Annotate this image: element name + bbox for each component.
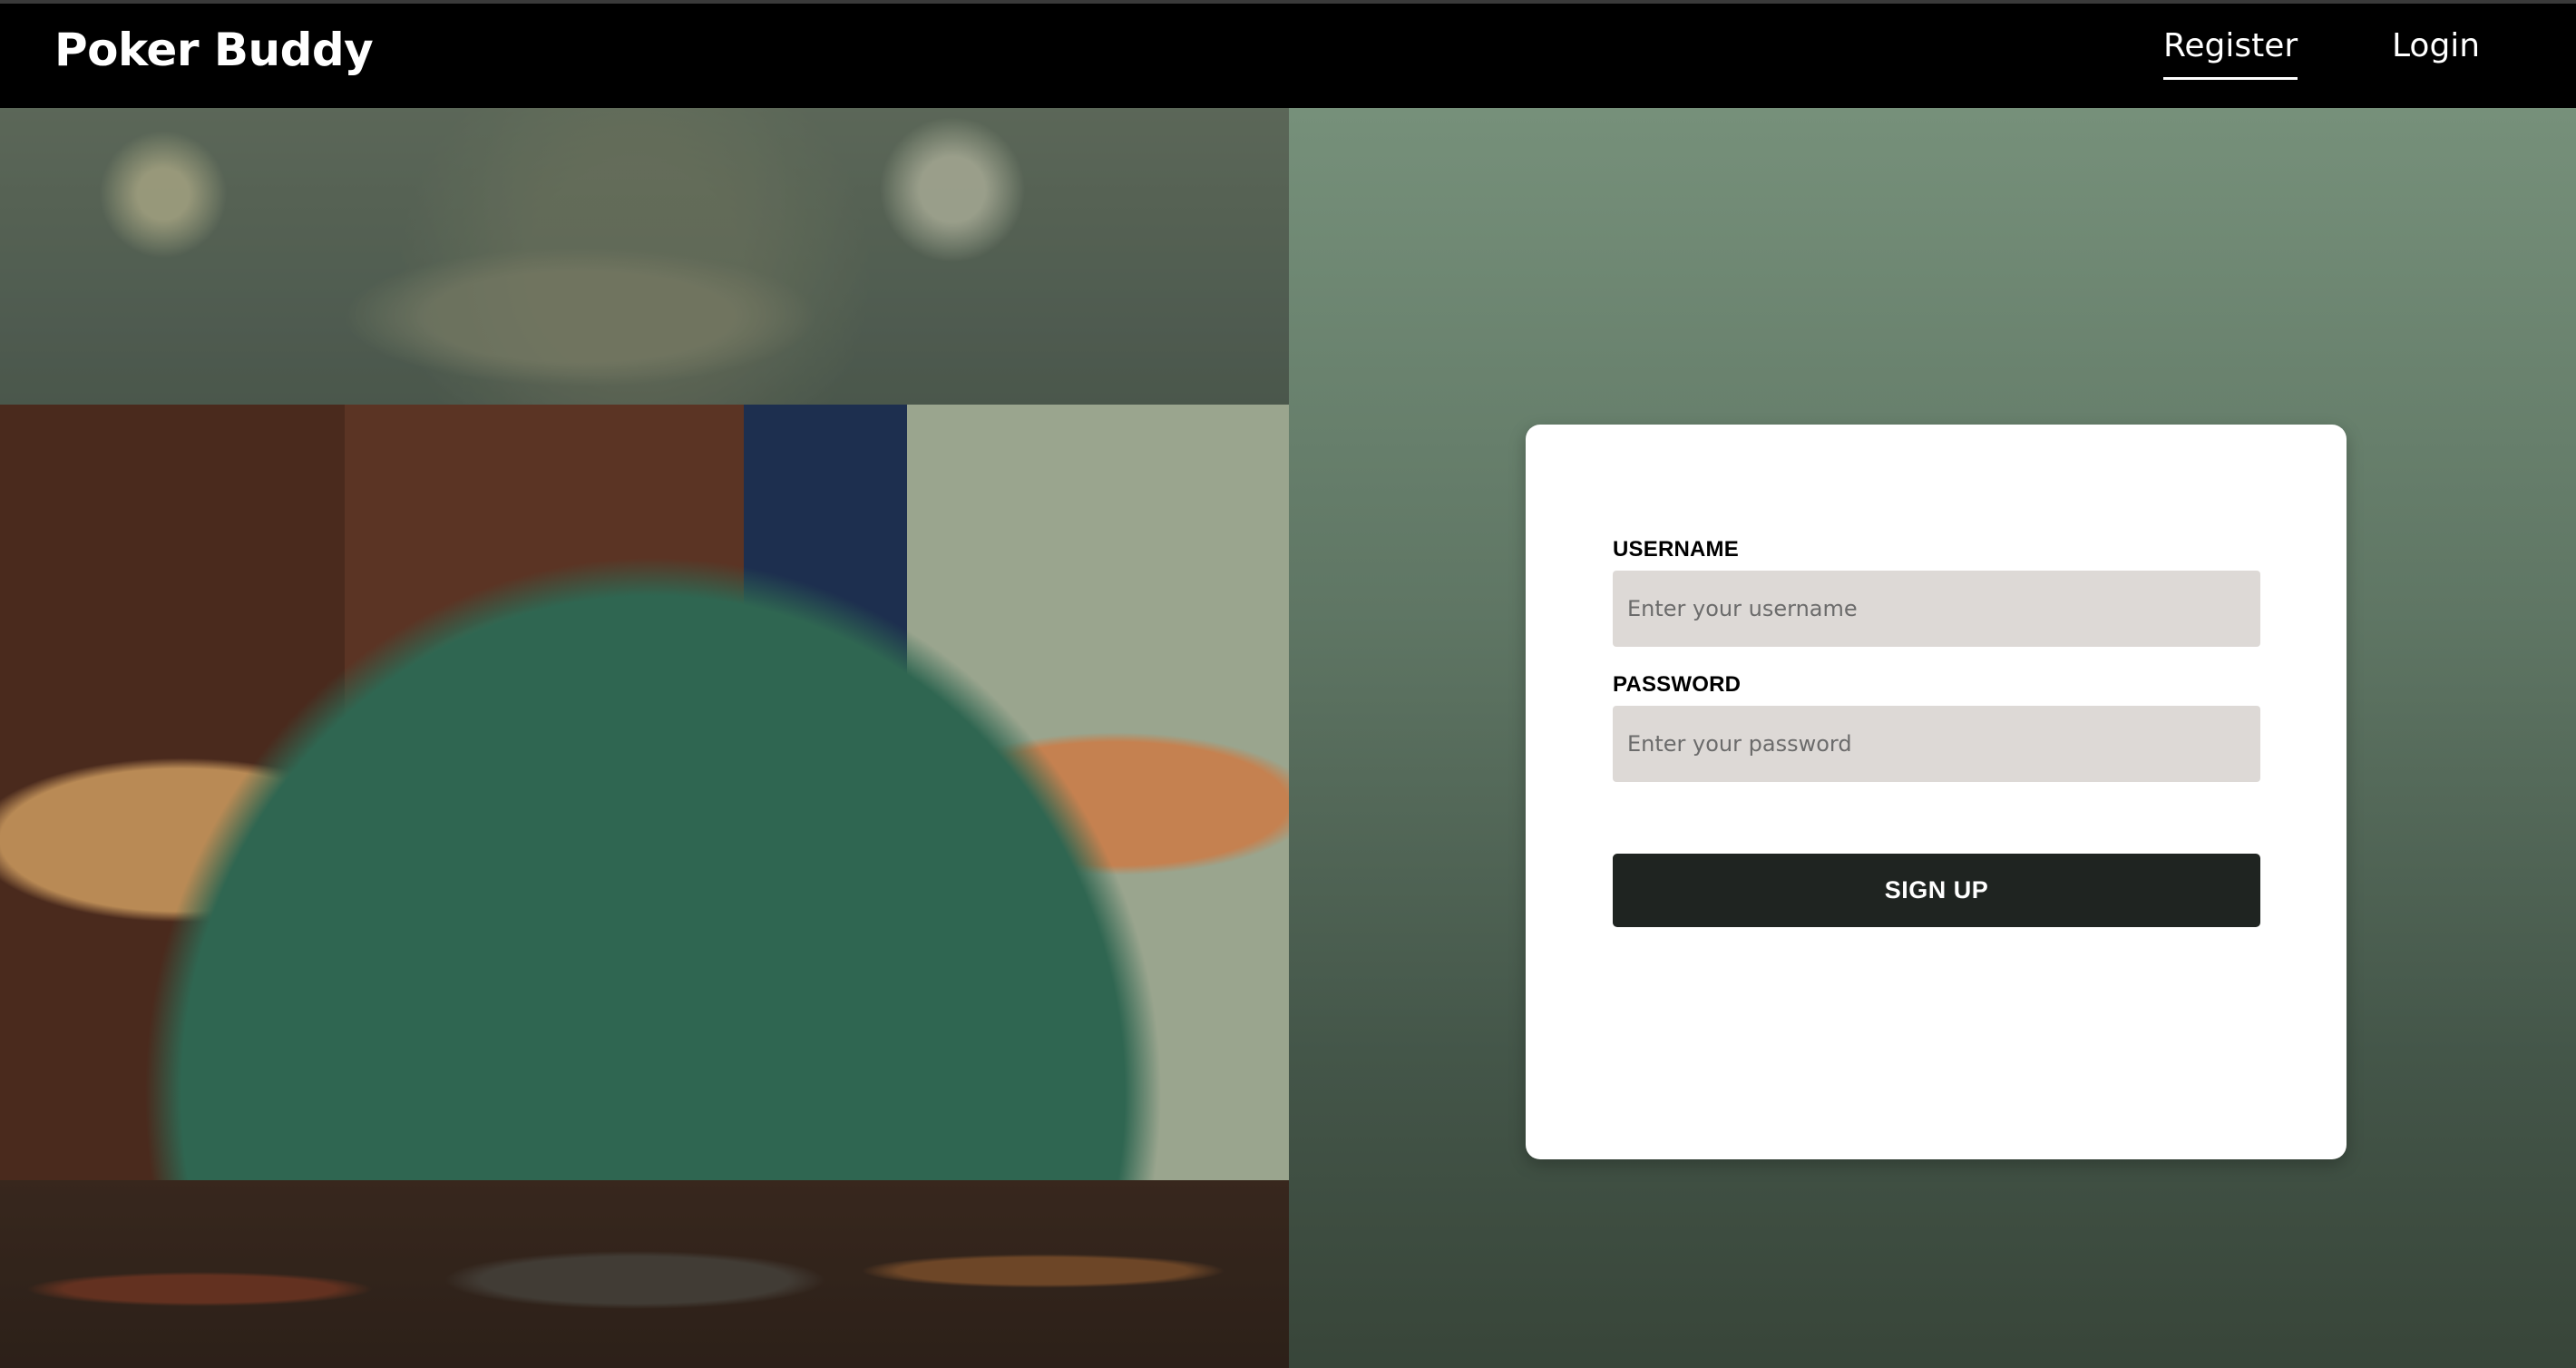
signup-button[interactable]: SIGN UP <box>1613 854 2260 927</box>
password-input[interactable] <box>1613 706 2260 782</box>
hero-image-panel <box>0 108 1289 1368</box>
username-label: USERNAME <box>1613 537 1739 562</box>
signup-card: USERNAME PASSWORD SIGN UP <box>1526 425 2347 1159</box>
nav-login-link[interactable]: Login <box>2392 27 2480 77</box>
password-label: PASSWORD <box>1613 672 1742 697</box>
brand-logo[interactable]: Poker Buddy <box>54 24 374 76</box>
cat-portrait-image <box>0 108 1289 405</box>
signup-panel: USERNAME PASSWORD SIGN UP <box>1289 108 2576 1368</box>
username-input[interactable] <box>1613 571 2260 647</box>
cats-poker-table-image <box>0 405 1289 1180</box>
top-navbar: Poker Buddy Register Login <box>0 4 2576 108</box>
nav-register-link[interactable]: Register <box>2163 27 2298 80</box>
dressed-cats-image <box>0 1180 1289 1368</box>
